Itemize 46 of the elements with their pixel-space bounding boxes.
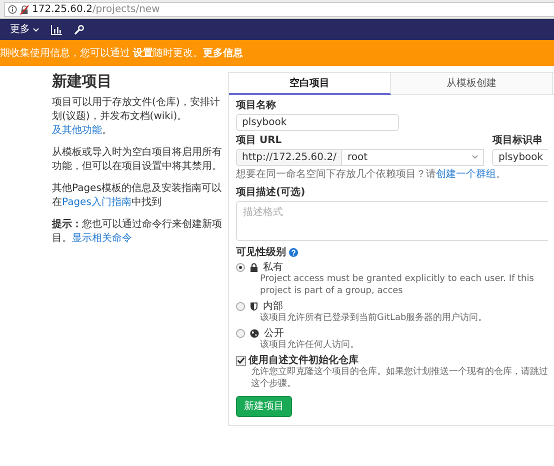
tab[interactable]: 从模板创建 (391, 73, 553, 95)
description-field[interactable]: 描述格式 (236, 200, 548, 240)
usage-data-notice: 期收集使用信息，您可以通过 设置随时更改。更多信息 (0, 46, 244, 60)
field-label: 项目名称 (236, 99, 277, 112)
info-icon[interactable] (8, 5, 17, 14)
option-description: 该项目允许任何人访问。 (260, 340, 360, 352)
globe-icon (250, 329, 259, 338)
intro-paragraph: 项目可以用于存放文件(仓库)，安排计划(议题)，并发布文档(wiki)。 及其他功能。 (52, 96, 221, 138)
field-label: 可见性级别 (236, 246, 286, 258)
caret-icon (32, 28, 38, 32)
group-hint: 想要在同一命名空间下存放几个依赖项目？请创建一个群组。 (236, 168, 507, 180)
help-icon[interactable] (288, 248, 298, 256)
project-name-field[interactable]: plsybook (236, 114, 399, 131)
link[interactable]: 及其他功能 (52, 125, 102, 136)
option-description: 允许您立即克隆这个项目的仓库。如果您计划推送一个现有的仓库，请跳过这个步骤。 (251, 367, 548, 391)
checkmark-icon (237, 357, 245, 364)
link[interactable]: Pages入门指南 (62, 197, 132, 208)
url-prefix: http://172.25.60.2/ (236, 148, 342, 166)
option-description: Project access must be granted explicitly to each user. If this project is part of a group, acces (260, 274, 535, 298)
radio-button[interactable] (236, 329, 245, 338)
intro-paragraph: 提示：您也可以通过命令行来创建新项目。显示相关命令 (52, 218, 222, 246)
chart-icon[interactable] (50, 24, 62, 34)
shield-icon (250, 302, 258, 311)
insecure-lock-icon[interactable] (20, 4, 29, 14)
intro-paragraph: 从模板或导入时为空白项目将启用所有功能，但可以在项目设置中将其禁用。 (52, 146, 222, 174)
link[interactable]: 显示相关命令 (72, 233, 132, 244)
radio-button[interactable] (236, 302, 245, 311)
radio-label: 公开 (264, 327, 284, 340)
create-group-link[interactable]: 创建一个群组 (436, 168, 496, 180)
lock-icon (250, 263, 258, 272)
checkbox-label: 使用自述文件初始化仓库 (248, 354, 358, 366)
radio-label: 内部 (263, 300, 283, 312)
radio-button[interactable] (236, 263, 245, 272)
checkbox[interactable] (236, 356, 246, 366)
project-slug-field[interactable]: plsybook (492, 148, 548, 166)
tab[interactable]: 空白项目 (229, 73, 391, 95)
field-label: 项目标识串 (492, 134, 544, 146)
option-description: 该项目允许所有已登录到当前GitLab服务器的用户访问。 (260, 312, 488, 325)
field-label: 项目 URL (236, 134, 283, 146)
caret-icon (472, 155, 478, 159)
page-title: 新建项目 (52, 72, 113, 90)
radio-label: 私有 (263, 261, 283, 274)
intro-paragraph: 其他Pages模板的信息及安装指南可以在Pages入门指南中找到 (52, 182, 222, 210)
field-label: 项目描述(可选) (236, 186, 306, 198)
more-dropdown[interactable]: 更多 (10, 23, 38, 36)
namespace-select[interactable]: root (342, 148, 484, 166)
